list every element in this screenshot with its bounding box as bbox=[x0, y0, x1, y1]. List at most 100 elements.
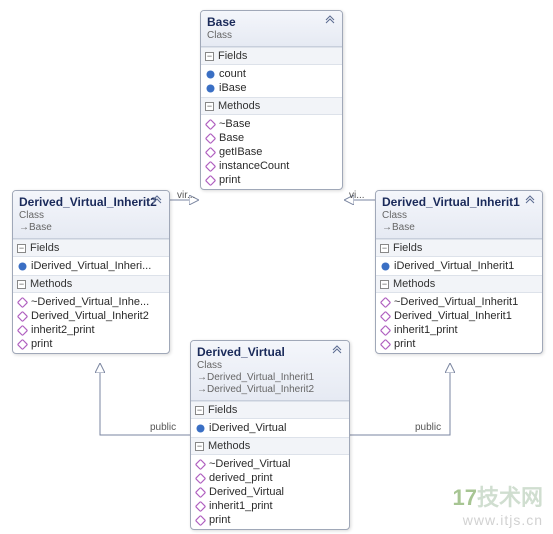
fields-header[interactable]: −Fields bbox=[13, 239, 169, 257]
method-icon bbox=[205, 147, 216, 158]
methods-header[interactable]: −Methods bbox=[13, 275, 169, 293]
toggle-minus-icon[interactable]: − bbox=[195, 442, 204, 451]
methods-header[interactable]: −Methods bbox=[191, 437, 349, 455]
methods-list: ~Derived_Virtual_Inhe... Derived_Virtual… bbox=[13, 293, 169, 353]
method-item[interactable]: ~Derived_Virtual bbox=[191, 457, 349, 471]
relation-label-public-left: public bbox=[150, 422, 176, 433]
class-inherits: →Derived_Virtual_Inherit2 bbox=[197, 384, 343, 395]
method-item[interactable]: instanceCount bbox=[201, 159, 342, 173]
class-name: Base bbox=[207, 15, 336, 29]
class-name: Derived_Virtual_Inherit2 bbox=[19, 195, 163, 209]
fields-list: iDerived_Virtual bbox=[191, 419, 349, 437]
class-derived-virtual[interactable]: Derived_Virtual Class →Derived_Virtual_I… bbox=[190, 340, 350, 530]
field-item[interactable]: iDerived_Virtual bbox=[191, 421, 349, 435]
method-icon bbox=[17, 339, 28, 350]
field-icon bbox=[205, 69, 216, 80]
class-stereotype: Class bbox=[207, 30, 336, 41]
method-item[interactable]: inherit2_print bbox=[13, 323, 169, 337]
method-icon bbox=[17, 311, 28, 322]
field-icon bbox=[205, 83, 216, 94]
method-item[interactable]: ~Derived_Virtual_Inherit1 bbox=[376, 295, 542, 309]
method-item[interactable]: print bbox=[191, 513, 349, 527]
toggle-minus-icon[interactable]: − bbox=[380, 280, 389, 289]
method-item[interactable]: Derived_Virtual_Inherit2 bbox=[13, 309, 169, 323]
relation-label-virtual-right: vi... bbox=[349, 190, 365, 201]
field-icon bbox=[380, 261, 391, 272]
method-item[interactable]: derived_print bbox=[191, 471, 349, 485]
class-header[interactable]: Derived_Virtual Class →Derived_Virtual_I… bbox=[191, 341, 349, 401]
method-item[interactable]: Derived_Virtual bbox=[191, 485, 349, 499]
inherit-arrow-icon: → bbox=[19, 222, 27, 230]
fields-header[interactable]: −Fields bbox=[201, 47, 342, 65]
inherit-arrow-icon: → bbox=[382, 222, 390, 230]
method-icon bbox=[17, 297, 28, 308]
method-item[interactable]: ~Derived_Virtual_Inhe... bbox=[13, 295, 169, 309]
method-icon bbox=[195, 459, 206, 470]
methods-header[interactable]: −Methods bbox=[201, 97, 342, 115]
toggle-minus-icon[interactable]: − bbox=[205, 102, 214, 111]
toggle-minus-icon[interactable]: − bbox=[380, 244, 389, 253]
method-item[interactable]: getIBase bbox=[201, 145, 342, 159]
class-header[interactable]: Derived_Virtual_Inherit2 Class →Base bbox=[13, 191, 169, 239]
field-icon bbox=[195, 423, 206, 434]
watermark-text: 技术网 bbox=[477, 485, 543, 510]
class-base[interactable]: Base Class −Fields count iBase −Methods … bbox=[200, 10, 343, 190]
methods-list: ~Base Base getIBase instanceCount print bbox=[201, 115, 342, 189]
method-icon bbox=[195, 473, 206, 484]
field-item[interactable]: iDerived_Virtual_Inheri... bbox=[13, 259, 169, 273]
collapse-icon[interactable] bbox=[324, 15, 336, 27]
methods-list: ~Derived_Virtual_Inherit1 Derived_Virtua… bbox=[376, 293, 542, 353]
class-name: Derived_Virtual_Inherit1 bbox=[382, 195, 536, 209]
class-derived-virtual-inherit1[interactable]: Derived_Virtual_Inherit1 Class →Base −Fi… bbox=[375, 190, 543, 354]
method-item[interactable]: Base bbox=[201, 131, 342, 145]
watermark: 17技术网 www.itjs.cn bbox=[453, 480, 544, 528]
method-icon bbox=[205, 175, 216, 186]
collapse-icon[interactable] bbox=[524, 195, 536, 207]
class-stereotype: Class bbox=[19, 210, 163, 221]
class-derived-virtual-inherit2[interactable]: Derived_Virtual_Inherit2 Class →Base −Fi… bbox=[12, 190, 170, 354]
class-name: Derived_Virtual bbox=[197, 345, 343, 359]
fields-list: iDerived_Virtual_Inherit1 bbox=[376, 257, 542, 275]
method-icon bbox=[195, 487, 206, 498]
method-item[interactable]: inherit1_print bbox=[376, 323, 542, 337]
field-icon bbox=[17, 261, 28, 272]
toggle-minus-icon[interactable]: − bbox=[17, 280, 26, 289]
method-icon bbox=[205, 161, 216, 172]
toggle-minus-icon[interactable]: − bbox=[205, 52, 214, 61]
watermark-badge: 17 bbox=[453, 485, 477, 510]
method-item[interactable]: print bbox=[201, 173, 342, 187]
class-header[interactable]: Derived_Virtual_Inherit1 Class →Base bbox=[376, 191, 542, 239]
method-icon bbox=[380, 311, 391, 322]
method-item[interactable]: print bbox=[13, 337, 169, 351]
method-icon bbox=[380, 325, 391, 336]
methods-header[interactable]: −Methods bbox=[376, 275, 542, 293]
collapse-icon[interactable] bbox=[151, 195, 163, 207]
method-item[interactable]: print bbox=[376, 337, 542, 351]
method-icon bbox=[205, 133, 216, 144]
toggle-minus-icon[interactable]: − bbox=[195, 406, 204, 415]
fields-list: count iBase bbox=[201, 65, 342, 97]
class-header[interactable]: Base Class bbox=[201, 11, 342, 47]
method-icon bbox=[380, 339, 391, 350]
watermark-url: www.itjs.cn bbox=[453, 512, 544, 528]
method-item[interactable]: ~Base bbox=[201, 117, 342, 131]
class-stereotype: Class bbox=[197, 360, 343, 371]
class-inherits: →Derived_Virtual_Inherit1 bbox=[197, 372, 343, 383]
field-item[interactable]: iBase bbox=[201, 81, 342, 95]
relation-label-public-right: public bbox=[415, 422, 441, 433]
method-item[interactable]: inherit1_print bbox=[191, 499, 349, 513]
methods-list: ~Derived_Virtual derived_print Derived_V… bbox=[191, 455, 349, 529]
fields-header[interactable]: −Fields bbox=[191, 401, 349, 419]
field-item[interactable]: iDerived_Virtual_Inherit1 bbox=[376, 259, 542, 273]
relation-label-virtual-left: vir... bbox=[177, 190, 195, 201]
toggle-minus-icon[interactable]: − bbox=[17, 244, 26, 253]
collapse-icon[interactable] bbox=[331, 345, 343, 357]
field-item[interactable]: count bbox=[201, 67, 342, 81]
fields-header[interactable]: −Fields bbox=[376, 239, 542, 257]
method-item[interactable]: Derived_Virtual_Inherit1 bbox=[376, 309, 542, 323]
method-icon bbox=[205, 119, 216, 130]
method-icon bbox=[17, 325, 28, 336]
method-icon bbox=[195, 501, 206, 512]
method-icon bbox=[195, 515, 206, 526]
class-inherits: →Base bbox=[382, 222, 536, 233]
